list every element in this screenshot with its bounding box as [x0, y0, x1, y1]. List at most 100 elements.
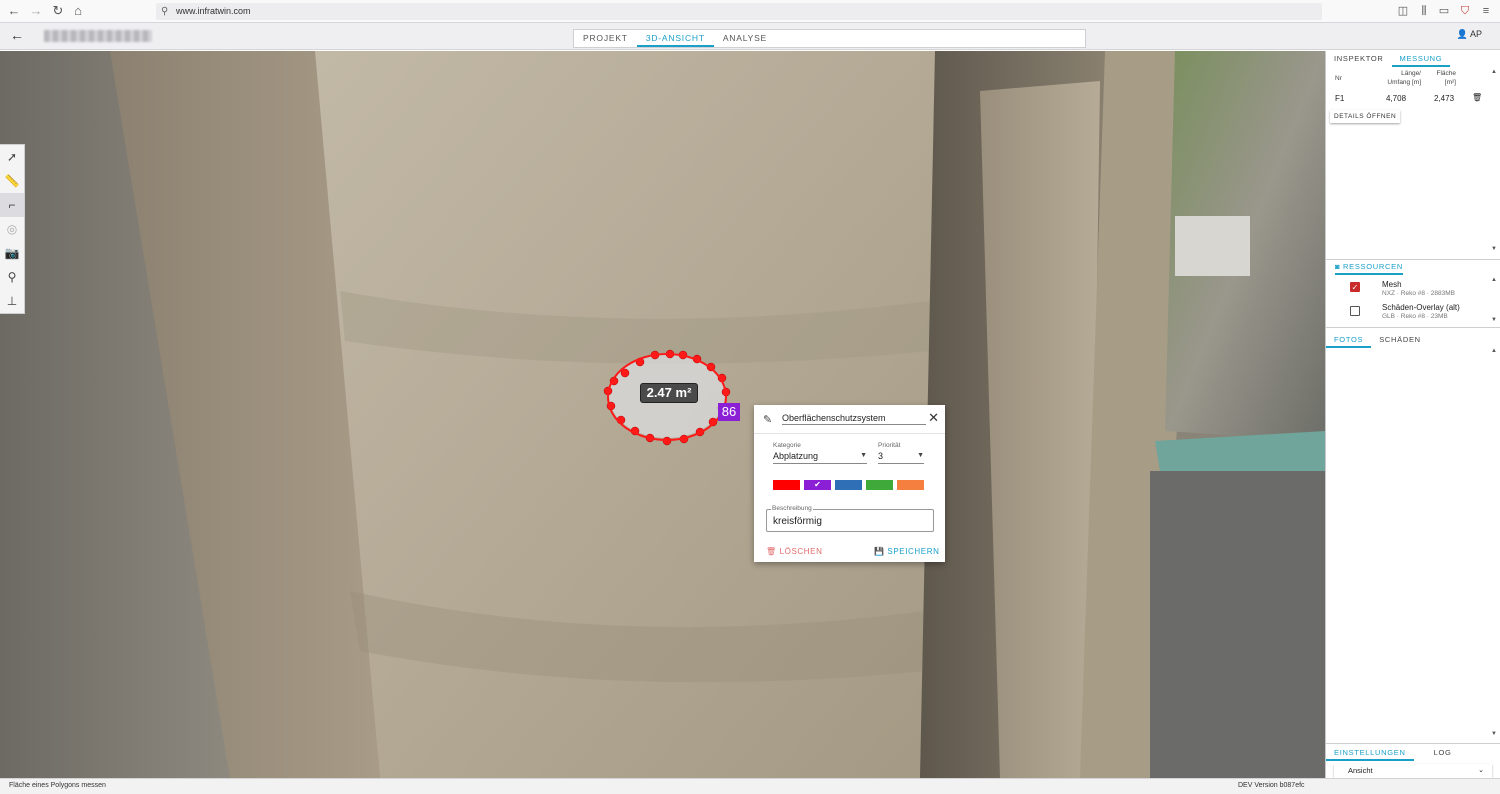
save-label: SPEICHERN [887, 547, 940, 556]
prioritaet-value: 3 [878, 451, 884, 461]
col-area-line1: Fläche [1436, 70, 1456, 77]
tab-projekt[interactable]: PROJEKT [574, 30, 637, 47]
scroll-down-icon[interactable]: ▼ [1491, 731, 1497, 737]
pencil-icon: ✎ [763, 414, 773, 426]
version-label: DEV Version b087efc [1238, 782, 1305, 789]
close-icon[interactable]: ✕ [928, 410, 939, 426]
ansicht-label: Ansicht [1348, 766, 1373, 775]
area-measurement-label: 2.47 m² [640, 383, 698, 403]
trash-icon: 🗑 [766, 547, 777, 556]
kategorie-value: Abplatzung [773, 451, 819, 461]
kategorie-label: Kategorie [773, 442, 801, 449]
color-swatch[interactable]: ✔ [804, 480, 831, 490]
target-tool-icon[interactable]: ◎ [0, 217, 24, 241]
tool-palette: ➚ 📏 ⌐ ◎ 📷 ⚲ ⊥ [0, 144, 25, 314]
chevron-down-icon: ▼ [917, 452, 924, 459]
resource-name-mesh: Mesh [1382, 280, 1402, 289]
beschreibung-field[interactable]: Beschreibung kreisförmig [766, 505, 934, 532]
tab-3d-ansicht[interactable]: 3D-ANSICHT [636, 30, 714, 47]
save-icon: 💾 [874, 547, 885, 556]
camera-tool-icon[interactable]: 📷 [0, 241, 24, 265]
divider [1326, 259, 1500, 260]
trash-icon[interactable]: 🗑 [1472, 93, 1482, 102]
user-menu[interactable]: 👤 AP [1457, 29, 1482, 40]
tab-log[interactable]: LOG [1426, 745, 1460, 761]
col-length-header: Länge/ Umfang [m] [1356, 69, 1421, 87]
3d-viewport[interactable]: ➚ 📏 ⌐ ◎ 📷 ⚲ ⊥ 2.47 m² 86 ✎ Oberflächensc… [0, 51, 1325, 778]
address-bar[interactable]: ⚲ www.infratwin.com [156, 3, 1322, 20]
main-tabs: PROJEKT 3D-ANSICHT ANALYSE [573, 29, 1086, 48]
color-swatch[interactable] [835, 480, 862, 490]
resources-header: ◙ RESSOURCEN [1335, 262, 1403, 275]
search-icon: ⚲ [161, 6, 169, 17]
sidebar-icon[interactable]: ▭ [1437, 4, 1451, 18]
bottom-tabs: EINSTELLUNGEN LOG [1326, 745, 1500, 761]
resource-name-overlay: Schäden-Overlay (alt) [1382, 303, 1460, 312]
prioritaet-select[interactable]: 3 ▼ [878, 451, 924, 464]
tab-messung[interactable]: MESSUNG [1391, 51, 1451, 67]
divider [1326, 743, 1500, 744]
scroll-up-icon[interactable]: ▲ [1491, 348, 1497, 354]
browser-toolbar: ← → ↻ ⌂ ⚲ www.infratwin.com ◫ ⫼ ▭ ⛉ ≡ [0, 0, 1500, 23]
right-panel: INSPEKTOR MESSUNG Nr Länge/ Umfang [m] F… [1325, 51, 1500, 778]
back-arrow-icon[interactable]: ← [10, 27, 24, 43]
divider [1326, 327, 1500, 328]
media-tabs: FOTOS SCHÄDEN [1326, 332, 1500, 348]
forward-icon[interactable]: → [28, 3, 44, 19]
user-initials: AP [1469, 29, 1482, 39]
tab-analyse[interactable]: ANALYSE [714, 30, 776, 47]
col-area-header: Fläche [m²] [1421, 69, 1456, 87]
camera-icon: ◙ [1335, 262, 1341, 271]
col-length-line2: Umfang [m] [1387, 79, 1421, 86]
status-bar: Fläche eines Polygons messen DEV Version… [0, 778, 1500, 794]
ruler-tool-icon[interactable]: 📏 [0, 169, 24, 193]
shield-icon[interactable]: ⛉ [1458, 4, 1472, 18]
color-swatch[interactable] [897, 480, 924, 490]
point-count-badge: 86 [718, 403, 740, 421]
resource-checkbox-overlay[interactable] [1350, 306, 1360, 316]
scroll-down-icon[interactable]: ▼ [1491, 317, 1497, 323]
ansicht-expander[interactable]: Ansicht ⌄ [1334, 764, 1492, 778]
annotation-dialog: ✎ Oberflächenschutzsystem ✕ Kategorie Ab… [754, 405, 945, 562]
kategorie-select[interactable]: Abplatzung ▼ [773, 451, 867, 464]
resources-title: RESSOURCEN [1343, 262, 1403, 271]
resource-meta-mesh: NXZ · Reko #8 · 2883MB [1382, 290, 1455, 297]
menu-icon[interactable]: ≡ [1479, 4, 1493, 18]
beschreibung-value: kreisförmig [773, 516, 822, 527]
select-tool-icon[interactable]: ➚ [0, 145, 24, 169]
resource-checkbox-mesh[interactable]: ✓ [1350, 282, 1360, 292]
chevron-down-icon: ⌄ [1478, 767, 1484, 774]
delete-label: LÖSCHEN [779, 547, 823, 556]
prioritaet-label: Priorität [878, 442, 901, 449]
location-pin-icon[interactable]: ⚲ [0, 265, 24, 289]
scroll-down-icon[interactable]: ▼ [1491, 246, 1497, 252]
tab-fotos[interactable]: FOTOS [1326, 332, 1372, 348]
details-open-button[interactable]: DETAILS ÖFFNEN [1330, 110, 1401, 123]
beschreibung-label: Beschreibung [771, 505, 813, 512]
pocket-icon[interactable]: ◫ [1396, 4, 1410, 18]
project-name-blurred [44, 30, 152, 42]
home-icon[interactable]: ⌂ [70, 3, 86, 19]
row-length: 4,708 [1386, 94, 1407, 103]
row-area: 2,473 [1434, 94, 1455, 103]
reload-icon[interactable]: ↻ [50, 3, 66, 19]
color-swatch[interactable] [773, 480, 800, 490]
area-measure-tool-icon[interactable]: ⌐ [0, 193, 24, 217]
status-hint: Fläche eines Polygons messen [9, 782, 106, 789]
tab-schaeden[interactable]: SCHÄDEN [1371, 332, 1429, 348]
panel-tabs: INSPEKTOR MESSUNG [1326, 51, 1500, 67]
dialog-title-input[interactable]: Oberflächenschutzsystem [782, 413, 926, 425]
axis-tool-icon[interactable]: ⊥ [0, 289, 24, 313]
library-icon[interactable]: ⫼ [1417, 4, 1431, 18]
tab-inspektor[interactable]: INSPEKTOR [1326, 51, 1392, 67]
save-button[interactable]: 💾 SPEICHERN [874, 547, 939, 556]
app-header: ← PROJEKT 3D-ANSICHT ANALYSE 👤 AP [0, 23, 1500, 50]
tab-einstellungen[interactable]: EINSTELLUNGEN [1326, 745, 1414, 761]
scroll-up-icon[interactable]: ▲ [1491, 69, 1497, 75]
scroll-up-icon[interactable]: ▲ [1491, 277, 1497, 283]
color-swatch[interactable] [866, 480, 893, 490]
delete-button[interactable]: 🗑 LÖSCHEN [766, 547, 822, 556]
dam-scene [0, 51, 1325, 778]
back-icon[interactable]: ← [6, 3, 22, 19]
col-area-line2: [m²] [1444, 79, 1456, 86]
